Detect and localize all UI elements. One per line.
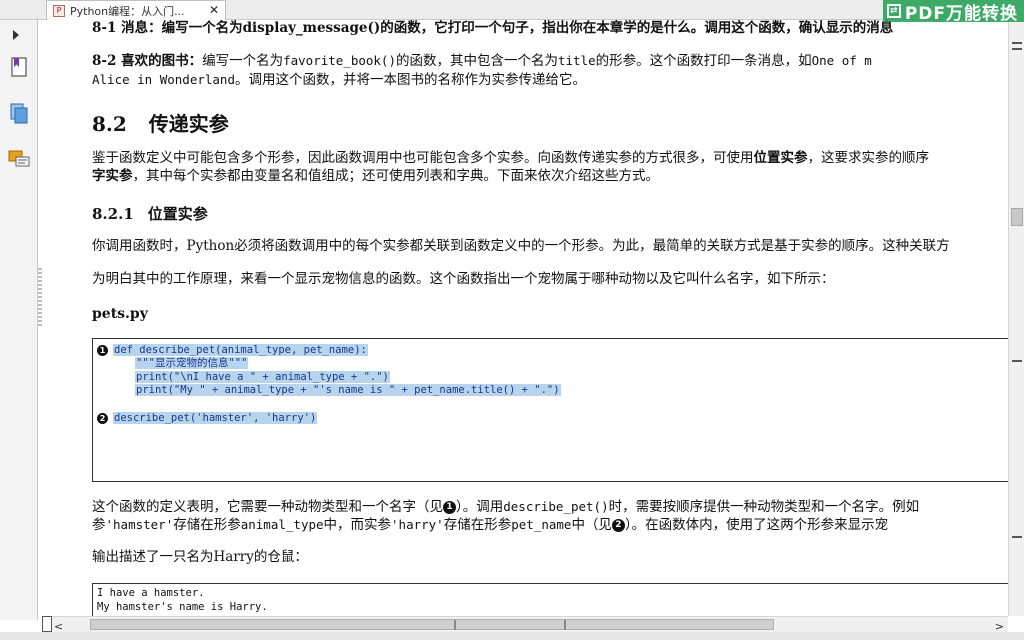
left-toolbar — [0, 20, 38, 620]
watermark-badge: ⇄ PDF万能转换 — [882, 0, 1024, 24]
code-text: print("My " + animal_type + "'s name is … — [135, 384, 561, 396]
paragraph-2: 你调用函数时，Python必须将函数调用中的每个实参都关联到函数定义中的一个形参… — [92, 238, 950, 254]
code-text: describe_pet('hamster', 'harry') — [113, 412, 318, 424]
document-tab[interactable]: P Python编程：从入门... ✕ — [46, 0, 226, 20]
section-number: 8.2 — [92, 112, 127, 136]
callout-ref-1: 1 — [443, 501, 456, 514]
code-line-4: print("My " + animal_type + "'s name is … — [135, 384, 561, 397]
tab-title: Python编程：从入门... — [70, 4, 185, 18]
text-span: 存储在形参 — [443, 517, 512, 533]
exercise-8-1: 8-1 消息：编写一个名为display_message()的函数，它打印一个句… — [92, 20, 893, 38]
text-span: 中，而实参 — [323, 517, 392, 533]
close-tab-button[interactable]: ✕ — [209, 3, 219, 17]
text-span: 中（见 — [571, 517, 612, 533]
paragraph-1-line1: 鉴于函数定义中可能包含多个形参，因此函数调用中也可能包含多个实参。向函数传递实参… — [92, 149, 929, 168]
callout-ref-2: 2 — [611, 519, 625, 532]
code-span: pet_name — [511, 517, 572, 532]
code-span: Alice in Wonderland — [92, 72, 235, 87]
paragraph-4-line2: 参'hamster'存储在形参animal_type中，而实参'harry'存储… — [92, 515, 888, 535]
output-listing: I have a hamster. My hamster's name is H… — [92, 583, 1008, 616]
watermark-logo-icon: ⇄ — [886, 4, 901, 18]
subsection-number: 8.2.1 — [92, 205, 134, 223]
vertical-scroll-thumb[interactable] — [1011, 208, 1023, 226]
code-span: title — [557, 53, 596, 68]
text-span: ，这要求实参的顺序 — [807, 150, 930, 166]
subsection-heading: 8.2.1 位置实参 — [92, 203, 208, 224]
bold-span: 位置实参 — [753, 150, 808, 166]
code-text: """显示宠物的信息""" — [135, 357, 249, 369]
paragraph-4-line1: 这个函数的定义表明，它需要一种动物类型和一个名字（见 1 ）。调用describe_… — [92, 497, 919, 517]
code-line-5: 2 describe_pet('hamster', 'harry') — [97, 412, 318, 425]
code-text: def describe_pet(animal_type, pet_name): — [113, 344, 368, 356]
output-line-1: I have a hamster. — [97, 587, 205, 599]
scroll-corner — [42, 616, 52, 632]
pages-icon — [10, 103, 28, 124]
scroll-marker — [1012, 536, 1022, 538]
code-span: One of m — [811, 53, 872, 68]
code-text: print("\nI have a " + animal_type + ".") — [135, 371, 390, 383]
code-span: favorite_book() — [283, 53, 396, 68]
text-span: 的形参。这个函数打印一条消息，如 — [595, 53, 812, 69]
scroll-marker — [1012, 42, 1022, 44]
paragraph-1-line2: 字实参，其中每个实参都由变量名和值组成；还可使用列表和字典。下面来依次介绍这些方… — [92, 167, 659, 186]
section-heading: 8.2 传递实参 — [92, 108, 229, 137]
code-span: animal_type — [240, 517, 324, 532]
bookmark-button[interactable] — [8, 56, 30, 78]
paragraph-3: 为明白其中的工作原理，来看一个显示宠物信息的函数。这个函数指出一个宠物属于哪种动… — [92, 271, 835, 287]
exercise-8-2-label: 8-2 喜欢的图书： — [92, 53, 203, 69]
comments-icon — [8, 150, 30, 167]
bold-span: 字实参 — [92, 168, 133, 184]
filename-label: pets.py — [92, 306, 148, 322]
code-line-1: 1 def describe_pet(animal_type, pet_name)… — [97, 344, 368, 357]
code-line-3: print("\nI have a " + animal_type + ".") — [135, 371, 390, 384]
bookmark-icon — [11, 57, 27, 77]
scroll-marker — [1012, 360, 1022, 362]
pages-button[interactable] — [8, 102, 30, 124]
code-span: 'harry' — [391, 517, 444, 532]
text-span: 参 — [92, 517, 106, 533]
subsection-title: 位置实参 — [147, 205, 208, 223]
callout-marker-1: 1 — [97, 344, 108, 356]
code-line-2: """显示宠物的信息""" — [135, 357, 249, 370]
horizontal-scroll-thumb[interactable] — [90, 619, 774, 630]
scroll-marker — [564, 620, 566, 630]
status-strip — [0, 632, 1024, 640]
vertical-scrollbar[interactable] — [1008, 20, 1024, 616]
horizontal-scrollbar[interactable]: < > — [42, 616, 1008, 633]
document-page: 8-1 消息：编写一个名为display_message()的函数，它打印一个句… — [42, 20, 1008, 616]
output-line-2: My hamster's name is Harry. — [97, 601, 268, 613]
text-span: ）。调用 — [456, 499, 504, 515]
text-span: 时，需要按顺序提供一种动物类型和一个名字。例如 — [608, 499, 920, 515]
text-span: 存储在形参 — [173, 517, 241, 533]
text-span: ，其中每个实参都由变量名和值组成；还可使用列表和字典。下面来依次介绍这些方式。 — [132, 168, 660, 184]
paragraph-5: 输出描述了一只名为Harry的仓鼠： — [92, 549, 308, 565]
scroll-marker — [454, 620, 456, 630]
text-span: 这个函数的定义表明，它需要一种动物类型和一个名字（见 — [92, 499, 443, 515]
code-span: 'hamster' — [105, 517, 174, 532]
exercise-8-2-line1: 8-2 喜欢的图书：编写一个名为favorite_book()的函数，其中包含一… — [92, 51, 872, 71]
text-span: 。调用这个函数，并将一本图书的名称作为实参传递给它。 — [235, 72, 586, 88]
text-span: 的函数，其中包含一个名为 — [395, 53, 558, 69]
comments-button[interactable] — [8, 148, 30, 170]
watermark-text: PDF万能转换 — [904, 3, 1018, 24]
exercise-8-2-line2: Alice in Wonderland。调用这个函数，并将一本图书的名称作为实参… — [92, 70, 586, 90]
text-span: ）。在函数体内，使用了这两个形参来显示宠 — [624, 517, 889, 533]
code-listing: 1 def describe_pet(animal_type, pet_name)… — [92, 338, 1008, 482]
pdf-file-icon: P — [53, 4, 65, 17]
callout-marker-2: 2 — [97, 412, 108, 424]
exercise-8-1-text: 8-1 消息：编写一个名为display_message()的函数，它打印一个句… — [92, 20, 894, 36]
text-span: 编写一个名为 — [202, 53, 284, 69]
expand-arrow-icon[interactable] — [13, 30, 19, 40]
text-span: 鉴于函数定义中可能包含多个形参，因此函数调用中也可能包含多个实参。向函数传递实参… — [92, 150, 754, 166]
tab-bar: P Python编程：从入门... ✕ — [0, 0, 1024, 20]
section-title: 传递实参 — [148, 112, 229, 136]
scroll-marker — [1012, 48, 1022, 50]
code-span: describe_pet() — [503, 499, 609, 514]
